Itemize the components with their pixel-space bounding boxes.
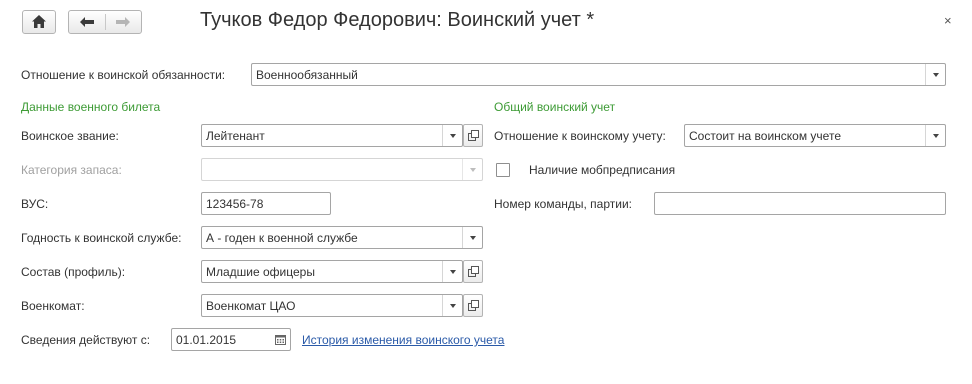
open-icon [468,300,479,311]
mobilization-label: Наличие мобпредписания [529,163,676,177]
chevron-down-icon [933,134,939,138]
reserve-category-select [201,158,483,181]
valid-from-value: 01.01.2015 [176,333,237,347]
attitude-dropdown-button[interactable] [925,64,945,85]
rank-open-button[interactable] [463,124,483,147]
fitness-value: А - годен к военной службе [206,231,358,245]
commissariat-value: Военкомат ЦАО [206,299,296,313]
profile-select[interactable]: Младшие офицеры [201,260,463,283]
arrow-right-icon [116,17,130,27]
chevron-down-icon [470,168,476,172]
navigation-buttons [68,10,142,34]
profile-value: Младшие офицеры [206,265,315,279]
valid-from-date-input[interactable]: 01.01.2015 [171,328,291,351]
open-icon [468,266,479,277]
general-registration-section-header: Общий воинский учет [494,100,616,114]
fitness-dropdown-button[interactable] [462,227,482,248]
vus-value: 123456-78 [206,197,264,211]
profile-dropdown-button[interactable] [442,261,462,282]
team-number-label: Номер команды, партии: [494,197,632,211]
team-number-input[interactable] [654,192,946,215]
calendar-icon [275,335,286,345]
profile-open-button[interactable] [463,260,483,283]
home-icon [32,15,46,28]
back-button[interactable] [69,11,105,33]
commissariat-label: Военкомат: [21,299,85,313]
rank-dropdown-button[interactable] [442,125,462,146]
open-icon [468,130,479,141]
registration-select[interactable]: Состоит на воинском учете [684,124,946,147]
rank-select[interactable]: Лейтенант [201,124,463,147]
valid-from-label: Сведения действуют с: [21,333,151,347]
military-id-section-header: Данные военного билета [21,100,161,114]
registration-label: Отношение к воинскому учету: [494,129,666,143]
vus-input[interactable]: 123456-78 [201,192,331,215]
chevron-down-icon [470,236,476,240]
chevron-down-icon [450,304,456,308]
vus-label: ВУС: [21,197,49,211]
commissariat-dropdown-button[interactable] [442,295,462,316]
reserve-category-dropdown-button [462,159,482,180]
mobilization-checkbox[interactable] [496,163,510,177]
profile-label: Состав (профиль): [21,265,126,279]
rank-label: Воинское звание: [21,129,119,143]
close-icon[interactable]: × [944,13,952,28]
rank-value: Лейтенант [206,129,265,143]
chevron-down-icon [450,270,456,274]
history-link[interactable]: История изменения воинского учета [302,333,504,347]
chevron-down-icon [933,73,939,77]
attitude-value: Военнообязанный [256,68,358,82]
reserve-category-label: Категория запаса: [21,163,122,177]
window-title: Тучков Федор Федорович: Воинский учет * [200,9,595,31]
commissariat-select[interactable]: Военкомат ЦАО [201,294,463,317]
attitude-select[interactable]: Военнообязанный [251,63,946,86]
chevron-down-icon [450,134,456,138]
fitness-select[interactable]: А - годен к военной службе [201,226,483,249]
registration-dropdown-button[interactable] [925,125,945,146]
fitness-label: Годность к воинской службе: [21,231,182,245]
commissariat-open-button[interactable] [463,294,483,317]
arrow-left-icon [80,17,94,27]
attitude-label: Отношение к воинской обязанности: [21,68,226,82]
calendar-button[interactable] [270,329,290,350]
forward-button[interactable] [106,11,142,33]
registration-value: Состоит на воинском учете [689,129,841,143]
home-button[interactable] [22,10,56,34]
